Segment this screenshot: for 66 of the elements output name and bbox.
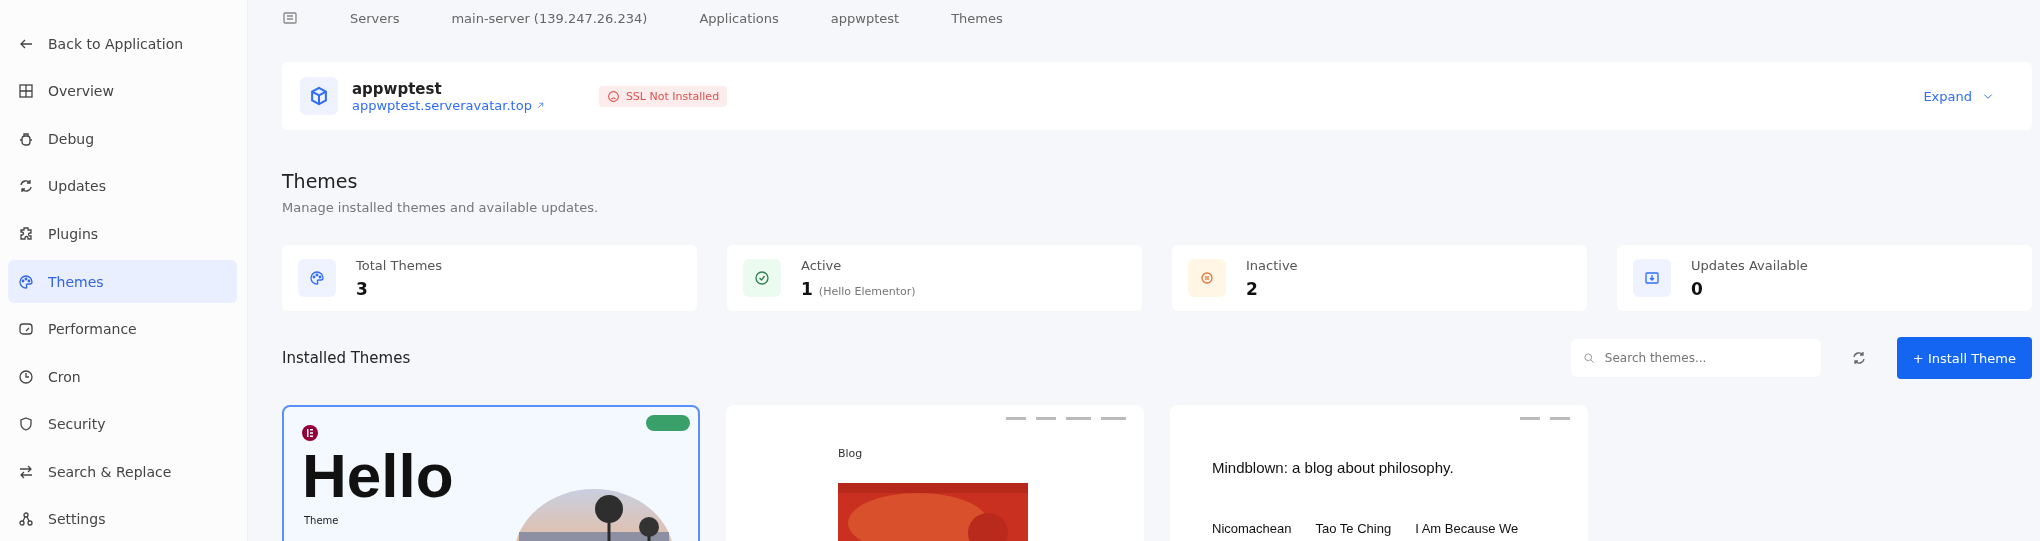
- page-title: Themes: [282, 170, 359, 192]
- preview-text: Theme: [304, 515, 339, 526]
- preview-heading: Blog: [838, 447, 863, 460]
- bug-icon: [18, 130, 34, 147]
- sidebar-item[interactable]: Themes: [8, 259, 237, 304]
- app-url-link[interactable]: appwptest.serveravatar.top: [352, 97, 532, 113]
- sidebar-item[interactable]: Security: [8, 402, 237, 446]
- refresh-icon: [18, 178, 34, 195]
- clock-icon: [18, 368, 34, 385]
- preview-heading: Hello: [302, 445, 454, 507]
- refresh-icon: [1850, 350, 1867, 366]
- sidebar-item[interactable]: Search & Replace: [8, 449, 237, 494]
- stat-label: Updates Available: [1691, 257, 1808, 273]
- theme-card[interactable]: Blog: [726, 405, 1144, 541]
- stat-value: 3: [356, 278, 368, 299]
- theme-card[interactable]: Mindblown: a blog about philosophy. Nicomachean Tao Te Ching I Am Because We: [1170, 405, 1588, 541]
- external-link-icon: [535, 100, 545, 110]
- search-field[interactable]: Search themes...: [1570, 339, 1821, 377]
- palette-icon: [309, 270, 325, 286]
- theme-card[interactable]: Hello Theme: [282, 405, 700, 541]
- preview-text: Tao Te Ching: [1315, 521, 1392, 536]
- app-name: appwptest: [352, 79, 443, 98]
- stat-label: Active: [801, 257, 843, 273]
- sidebar-item[interactable]: Settings: [8, 497, 237, 541]
- section-title: Installed Themes: [282, 349, 411, 367]
- sidebar-item[interactable]: Updates: [8, 164, 237, 209]
- preview-text: Nicomachean: [1212, 521, 1292, 536]
- sidebar-item[interactable]: Cron: [8, 354, 237, 399]
- ssl-status-text: SSL Not Installed: [625, 89, 720, 103]
- stat-note: (Hello Elementor): [818, 284, 916, 298]
- sidebar-item[interactable]: Back to Application: [8, 22, 237, 66]
- stat-value: 1: [801, 278, 813, 299]
- breadcrumb-link[interactable]: Servers: [350, 10, 400, 26]
- puzzle-icon: [18, 225, 34, 242]
- breadcrumb-link[interactable]: appwptest: [830, 10, 900, 26]
- cube-icon: [309, 86, 329, 106]
- grid-icon: [18, 83, 34, 100]
- stat-value: 0: [1691, 278, 1703, 299]
- download-icon: [1644, 270, 1660, 286]
- breadcrumb-link[interactable]: Applications: [699, 10, 779, 26]
- stat-label: Total Themes: [356, 257, 443, 273]
- stat-label: Inactive: [1246, 257, 1298, 273]
- warning-circle-icon: [606, 89, 620, 103]
- shield-icon: [18, 416, 34, 433]
- sidebar-item[interactable]: Plugins: [8, 212, 237, 256]
- status-badge: [646, 415, 690, 431]
- palette-icon: [18, 273, 34, 290]
- nav-lines-drawing: [1520, 417, 1570, 420]
- nodes-icon: [18, 511, 34, 528]
- gauge-icon: [18, 321, 34, 338]
- pause-circle-icon: [1199, 270, 1215, 286]
- swap-arrows-icon: [18, 463, 34, 480]
- expand-button[interactable]: Expand: [1917, 87, 2000, 105]
- breadcrumb-link[interactable]: main-server (139.247.26.234): [451, 10, 648, 26]
- breadcrumb-link[interactable]: Themes: [951, 10, 1003, 26]
- menu-icon[interactable]: [282, 10, 298, 26]
- logo-icon: [302, 425, 318, 441]
- sidebar-item[interactable]: Performance: [8, 307, 237, 351]
- check-circle-icon: [754, 270, 770, 286]
- page-subtitle: Manage installed themes and available updates.: [282, 200, 600, 215]
- sidebar-item[interactable]: Overview: [8, 69, 237, 114]
- stat-value: 2: [1246, 278, 1258, 299]
- preview-heading: Mindblown: a blog about philosophy.: [1212, 459, 1454, 476]
- sidebar-item[interactable]: Debug: [8, 117, 237, 161]
- install-theme-button[interactable]: + Install Theme: [1896, 337, 2032, 379]
- preview-text: I Am Because We: [1415, 521, 1519, 536]
